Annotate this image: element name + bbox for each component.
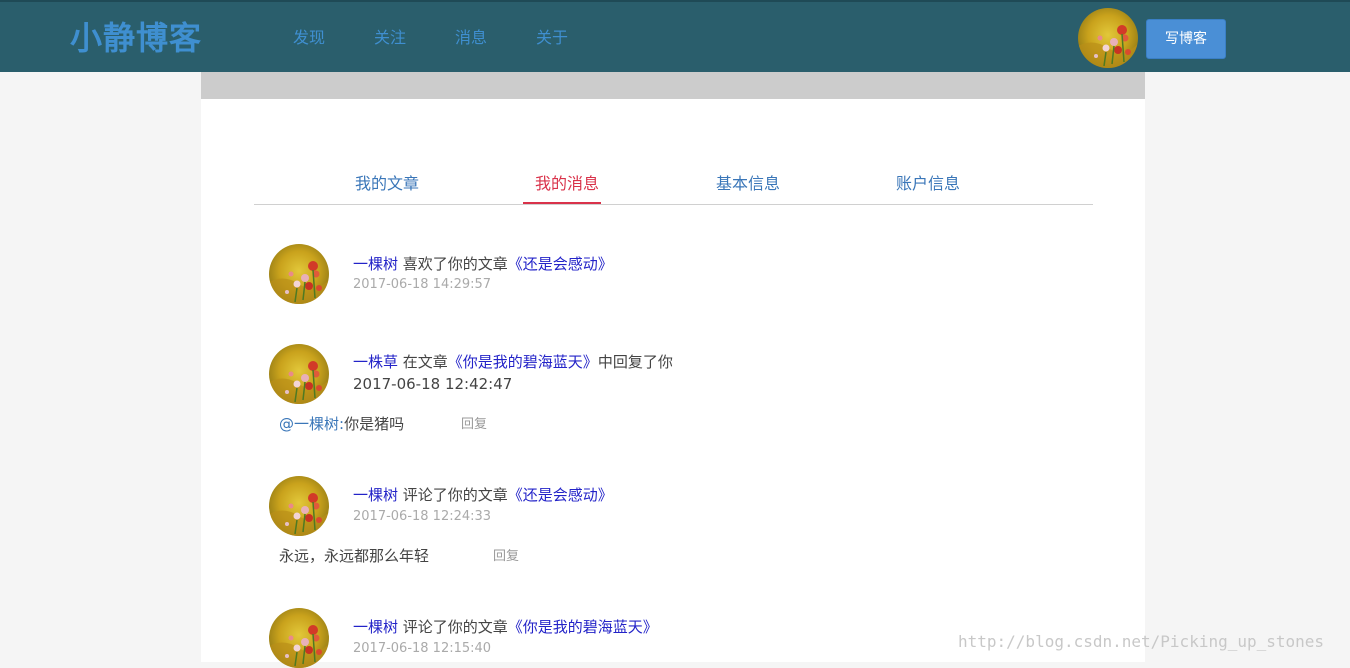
tab-account-info[interactable]: 账户信息	[896, 173, 960, 195]
message-suffix: 中回复了你	[597, 353, 673, 371]
message-action: 在文章	[398, 353, 448, 371]
watermark: http://blog.csdn.net/Picking_up_stones	[958, 632, 1325, 651]
nav-messages[interactable]: 消息	[455, 26, 487, 50]
nav-discover[interactable]: 发现	[293, 26, 325, 50]
tab-my-articles[interactable]: 我的文章	[355, 173, 419, 195]
tab-my-messages[interactable]: 我的消息	[535, 173, 599, 195]
avatar-image	[269, 344, 329, 404]
active-tab-indicator	[523, 202, 601, 204]
message-text: 一棵树 评论了你的文章《你是我的碧海蓝天》	[353, 616, 658, 638]
reply-button[interactable]: 回复	[461, 415, 487, 435]
write-blog-button[interactable]: 写博客	[1146, 19, 1226, 59]
reply-text: 你是猪吗	[344, 415, 405, 433]
tab-basic-info[interactable]: 基本信息	[716, 173, 780, 195]
nav-follow[interactable]: 关注	[374, 26, 406, 50]
message-user-link[interactable]: 一棵树	[353, 618, 398, 636]
message-avatar[interactable]	[269, 344, 329, 404]
panel-banner	[201, 72, 1145, 99]
profile-tabs: 我的文章 我的消息 基本信息 账户信息	[254, 173, 1093, 205]
message-article-link[interactable]: 《还是会感动》	[508, 255, 613, 273]
message-article-link[interactable]: 《还是会感动》	[508, 486, 613, 504]
message-avatar[interactable]	[269, 476, 329, 536]
message-action: 喜欢了你的文章	[398, 255, 508, 273]
reply-button[interactable]: 回复	[493, 547, 519, 567]
user-avatar[interactable]	[1078, 8, 1138, 68]
message-avatar[interactable]	[269, 244, 329, 304]
reply-mention[interactable]: @一棵树:	[279, 415, 344, 433]
message-user-link[interactable]: 一棵树	[353, 255, 398, 273]
avatar-image	[1078, 8, 1138, 68]
top-navbar: 小静博客 发现 关注 消息 关于 写博客	[0, 0, 1350, 72]
avatar-image	[269, 244, 329, 304]
message-action: 评论了你的文章	[398, 486, 508, 504]
message-text: 一棵树 喜欢了你的文章《还是会感动》	[353, 253, 613, 275]
message-time: 2017-06-18 12:15:40	[353, 641, 492, 656]
message-text: 一棵树 评论了你的文章《还是会感动》	[353, 484, 613, 506]
message-article-link[interactable]: 《你是我的碧海蓝天》	[448, 353, 598, 371]
main-panel: 我的文章 我的消息 基本信息 账户信息 一棵树 喜欢了你的文章《还是会感动》 2…	[201, 72, 1145, 662]
reply-content: @一棵树:你是猪吗	[279, 413, 404, 435]
nav-about[interactable]: 关于	[536, 26, 568, 50]
message-action: 评论了你的文章	[398, 618, 508, 636]
message-user-link[interactable]: 一株草	[353, 353, 398, 371]
message-user-link[interactable]: 一棵树	[353, 486, 398, 504]
message-time: 2017-06-18 12:42:47	[353, 375, 513, 393]
comment-content: 永远，永远都那么年轻	[279, 547, 430, 565]
avatar-image	[269, 476, 329, 536]
message-time: 2017-06-18 14:29:57	[353, 277, 492, 292]
message-article-link[interactable]: 《你是我的碧海蓝天》	[508, 618, 658, 636]
message-text: 一株草 在文章《你是我的碧海蓝天》中回复了你	[353, 351, 673, 373]
brand-logo[interactable]: 小静博客	[70, 18, 202, 58]
avatar-image	[269, 608, 329, 668]
message-avatar[interactable]	[269, 608, 329, 668]
message-time: 2017-06-18 12:24:33	[353, 509, 492, 524]
